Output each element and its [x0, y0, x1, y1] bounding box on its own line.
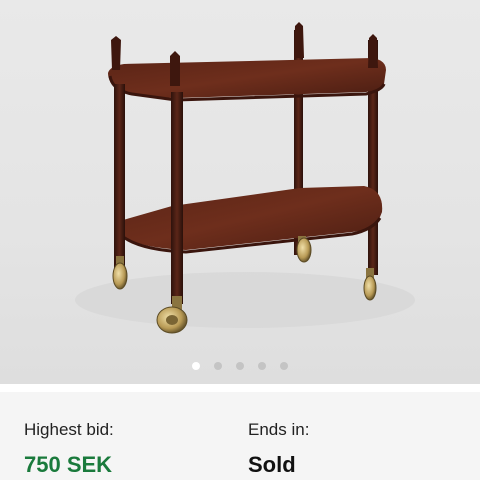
gallery-pagination[interactable] — [0, 362, 480, 370]
highest-bid-value: 750 SEK — [24, 452, 113, 477]
ends-in-value: Sold — [248, 452, 296, 477]
gallery-dot[interactable] — [192, 362, 200, 370]
auction-info-panel: Highest bid: 750 SEK Ends in: Sold — [0, 392, 480, 480]
gallery-dot[interactable] — [258, 362, 266, 370]
product-image-gallery[interactable] — [0, 0, 480, 384]
product-image[interactable] — [0, 0, 480, 384]
gallery-dot[interactable] — [236, 362, 244, 370]
ends-in-label: Ends in: — [248, 420, 310, 439]
gallery-dot[interactable] — [280, 362, 288, 370]
highest-bid-label: Highest bid: — [24, 420, 114, 439]
gallery-dot[interactable] — [214, 362, 222, 370]
